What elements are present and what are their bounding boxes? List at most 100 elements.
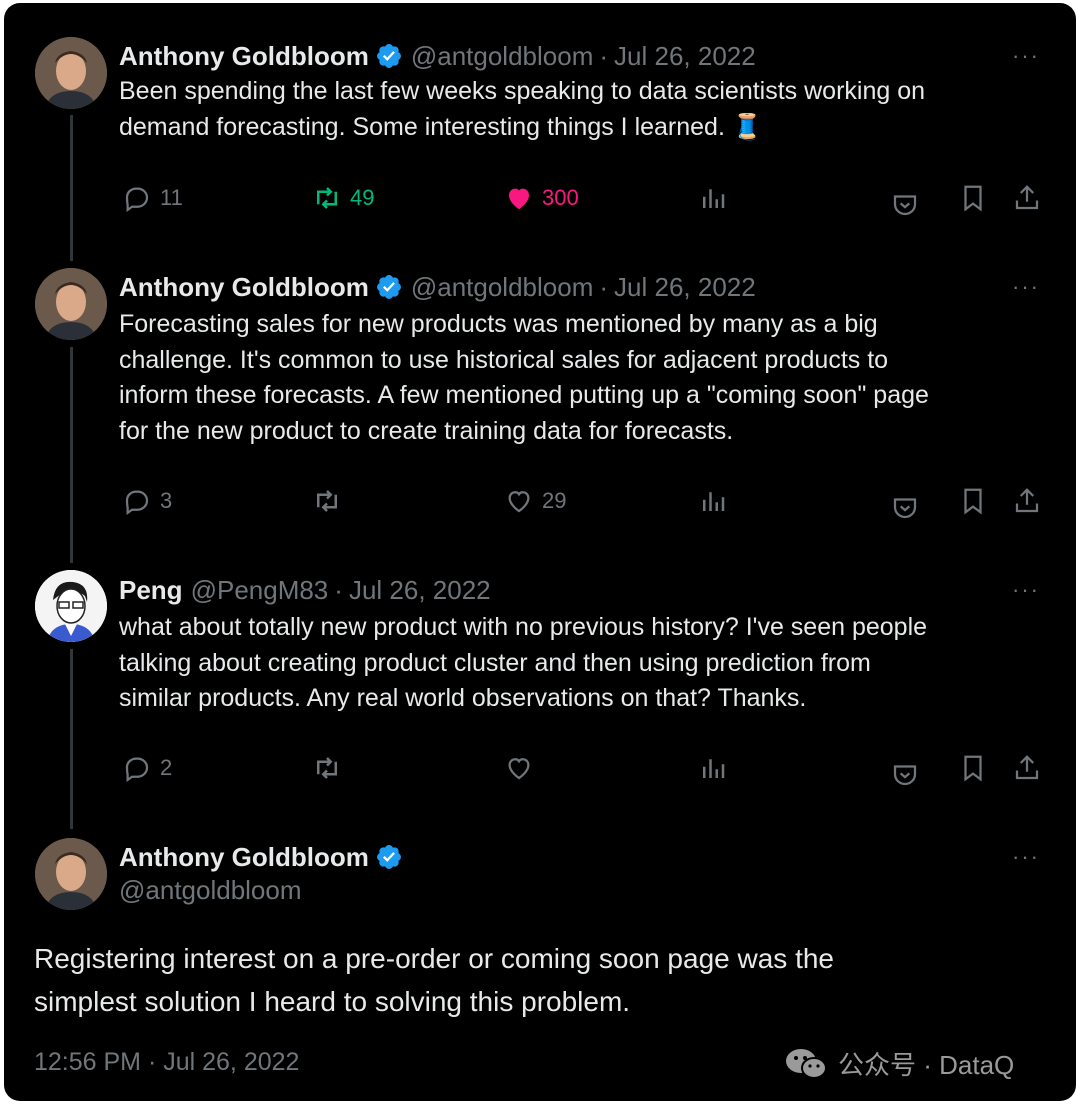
author-handle[interactable]: @antgoldbloom [119, 875, 302, 906]
bookmark-button[interactable] [958, 748, 988, 788]
verified-badge-icon [375, 843, 403, 871]
like-count: 29 [542, 488, 567, 513]
more-options-icon[interactable]: ··· [1012, 844, 1040, 870]
tweet-text-line: what about totally new product with no p… [119, 613, 928, 641]
tweet-actions: 2 [4, 748, 1076, 788]
author-name[interactable]: Anthony Goldbloom [119, 41, 369, 72]
separator: · [334, 574, 343, 605]
tweet-date[interactable]: Jul 26, 2022 [349, 575, 491, 606]
author-name[interactable]: Anthony Goldbloom [119, 842, 369, 873]
bookmark-button[interactable] [958, 481, 988, 521]
heart-icon [508, 491, 530, 513]
share-icon [1015, 488, 1039, 513]
verified-badge-icon [375, 273, 403, 301]
tweet-actions: 3 29 [4, 481, 1076, 521]
tweet-text-line: challenge. It's common to use historical… [119, 345, 889, 374]
share-button[interactable] [1012, 481, 1042, 521]
wechat-icon [786, 1048, 827, 1079]
views-chart-icon [703, 492, 725, 511]
reply-icon [125, 490, 149, 516]
verified-badge-icon [375, 42, 403, 70]
retweet-button[interactable]: 49 [312, 178, 374, 218]
tweet-actions: 11 49 300 [4, 178, 1076, 218]
reply-icon [125, 757, 149, 783]
tweet-text: Registering interest on a pre-order or c… [34, 937, 1034, 1023]
tweet-text: Forecasting sales for new products was m… [119, 307, 1039, 449]
share-icon [1015, 185, 1039, 210]
like-button[interactable]: 300 [504, 178, 579, 218]
tweet-header: Anthony Goldbloom @antgoldbloom · Jul 26… [119, 270, 756, 304]
retweet-count: 49 [350, 185, 375, 210]
bookmark-icon [964, 185, 982, 212]
tweet-text: what about totally new product with no p… [119, 610, 1039, 717]
author-name[interactable]: Peng [119, 575, 183, 606]
separator: · [599, 40, 609, 71]
tweet-text: Been spending the last few weeks speakin… [119, 74, 1039, 145]
watermark: 公众号 · DataQ [784, 1045, 1014, 1082]
bookmark-button[interactable] [958, 178, 988, 218]
reply-button[interactable]: 2 [122, 748, 172, 788]
author-handle[interactable]: @PengM83 [191, 575, 329, 606]
avatar[interactable] [35, 268, 107, 340]
retweet-icon [317, 187, 337, 209]
retweet-button[interactable] [312, 481, 350, 521]
heart-filled-icon [509, 188, 529, 210]
tweet-header: Peng @PengM83 · Jul 26, 2022 [119, 573, 491, 607]
like-button[interactable]: 29 [504, 481, 566, 521]
tweet-text-line: Been spending the last few weeks speakin… [119, 77, 926, 105]
reply-count: 2 [160, 755, 173, 780]
more-options-icon[interactable]: ··· [1012, 577, 1040, 603]
tweet-text-line: demand forecasting. Some interesting thi… [119, 112, 763, 141]
shield-down-icon [893, 498, 917, 519]
more-options-icon[interactable]: ··· [1012, 43, 1040, 69]
retweet-icon [317, 757, 337, 779]
watermark-text: 公众号 · DataQ [838, 1050, 1015, 1080]
author-handle[interactable]: @antgoldbloom [411, 272, 594, 303]
reply-button[interactable]: 3 [122, 481, 172, 521]
bookmark-icon [964, 755, 982, 782]
avatar[interactable] [35, 570, 107, 642]
heart-icon [508, 758, 530, 780]
author-name[interactable]: Anthony Goldbloom [119, 272, 369, 303]
reply-button[interactable]: 11 [122, 178, 183, 218]
tweet-header: Anthony Goldbloom [119, 840, 403, 874]
views-chart-icon [703, 189, 725, 208]
tweet-text-line: talking about creating product cluster a… [119, 648, 871, 677]
like-button[interactable] [504, 748, 534, 788]
tweet-timestamp[interactable]: 12:56 PM · Jul 26, 2022 [34, 1048, 299, 1077]
like-count: 300 [542, 185, 579, 210]
tweet-date[interactable]: Jul 26, 2022 [614, 41, 756, 72]
bookmark-icon [964, 488, 982, 515]
tweet-date[interactable]: Jul 26, 2022 [614, 272, 756, 303]
views-chart-icon [703, 759, 725, 778]
separator: · [599, 271, 609, 302]
retweet-button[interactable] [312, 748, 342, 788]
tweet-thread-card: Anthony Goldbloom @antgoldbloom · Jul 26… [4, 3, 1076, 1101]
grok-button[interactable] [890, 487, 920, 527]
grok-button[interactable] [890, 184, 920, 224]
grok-button[interactable] [890, 754, 920, 794]
share-button[interactable] [1012, 748, 1042, 788]
more-options-icon[interactable]: ··· [1012, 274, 1040, 300]
views-button[interactable] [698, 481, 728, 521]
views-button[interactable] [698, 748, 728, 788]
thread-line [70, 347, 73, 563]
shield-down-icon [893, 195, 917, 216]
tweet-text-line: Forecasting sales for new products was m… [119, 310, 878, 338]
shield-down-icon [893, 765, 917, 786]
tweet-text-line: for the new product to create training d… [119, 416, 734, 445]
tweet-text-line: simplest solution I heard to solving thi… [34, 986, 631, 1017]
tweet-text-line: Registering interest on a pre-order or c… [34, 943, 834, 974]
thread-line [70, 649, 73, 829]
views-button[interactable] [698, 178, 728, 218]
share-button[interactable] [1012, 178, 1042, 218]
avatar[interactable] [35, 838, 107, 910]
retweet-icon [317, 490, 337, 512]
tweet-header: Anthony Goldbloom @antgoldbloom · Jul 26… [119, 39, 756, 73]
share-icon [1015, 755, 1039, 780]
author-handle[interactable]: @antgoldbloom [411, 41, 594, 72]
reply-count: 3 [160, 488, 173, 513]
tweet-text-line: similar products. Any real world observa… [119, 684, 807, 712]
reply-icon [125, 187, 149, 213]
avatar[interactable] [35, 37, 107, 109]
